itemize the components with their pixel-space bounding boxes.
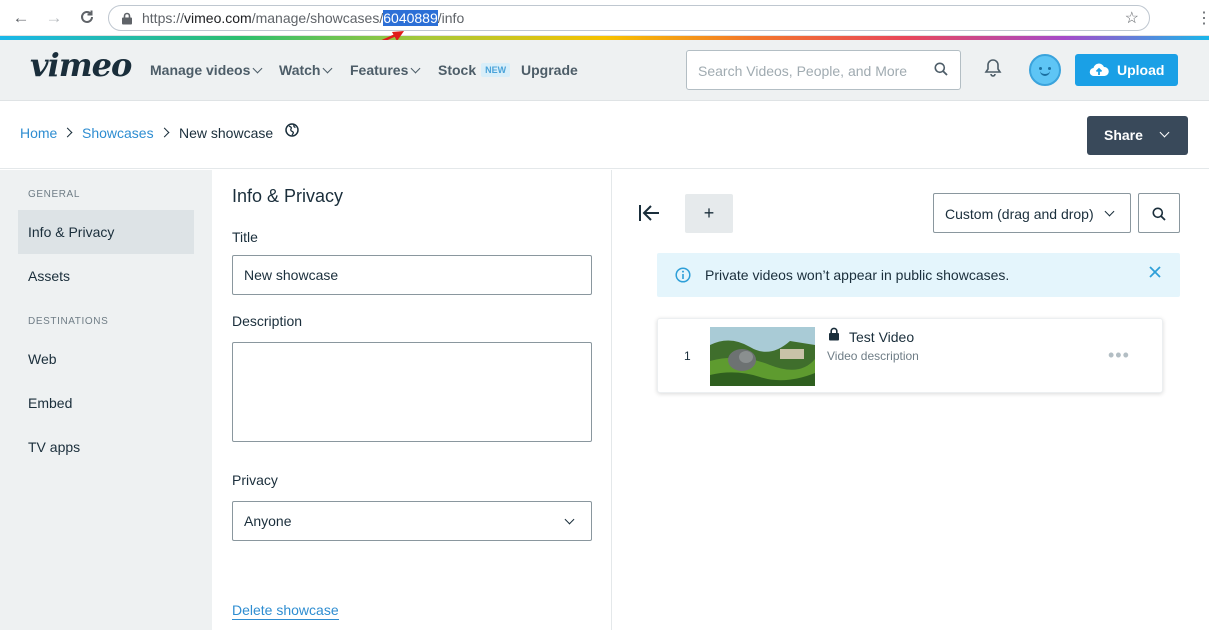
bookmark-star-icon[interactable]: ☆: [1125, 8, 1139, 28]
privacy-label: Privacy: [232, 472, 278, 488]
title-field[interactable]: New showcase: [232, 255, 592, 295]
forward-arrow-icon[interactable]: →: [45, 9, 63, 27]
videos-panel: + Custom (drag and drop) Private videos …: [613, 170, 1209, 630]
url-highlighted-id: 6040889: [383, 10, 438, 26]
chevron-down-icon: [1104, 206, 1115, 217]
breadcrumb-current: New showcase: [179, 125, 274, 141]
video-thumbnail[interactable]: [710, 327, 815, 386]
breadcrumb-home[interactable]: Home: [20, 125, 57, 141]
nav-upgrade[interactable]: Upgrade: [521, 62, 578, 78]
chevron-right-icon: [159, 127, 170, 138]
notifications-bell-icon[interactable]: [984, 58, 1002, 78]
sidebar-item-info-privacy[interactable]: Info & Privacy: [18, 210, 194, 254]
upload-button[interactable]: Upload: [1075, 54, 1178, 86]
notice-text: Private videos won’t appear in public sh…: [705, 267, 1010, 283]
collapse-panel-icon[interactable]: [638, 204, 660, 222]
nav-manage-videos[interactable]: Manage videos: [150, 62, 263, 78]
delete-showcase-link[interactable]: Delete showcase: [232, 602, 339, 620]
reload-icon[interactable]: [78, 9, 96, 27]
privacy-notice: Private videos won’t appear in public sh…: [657, 253, 1180, 297]
cloud-upload-icon: [1089, 63, 1109, 77]
description-field[interactable]: [232, 342, 592, 442]
settings-sidebar: GENERAL Info & Privacy Assets DESTINATIO…: [0, 170, 212, 630]
search-videos-button[interactable]: [1138, 193, 1180, 233]
site-header: vimeo Manage videos Watch Features Stock…: [0, 40, 1209, 101]
video-description: Video description: [827, 349, 919, 363]
search-placeholder: Search Videos, People, and More: [698, 63, 908, 79]
share-button[interactable]: Share: [1087, 116, 1188, 155]
add-video-button[interactable]: +: [685, 194, 733, 233]
url-text: https://vimeo.com/manage/showcases/60408…: [142, 10, 465, 26]
globe-icon: [285, 123, 299, 137]
video-title[interactable]: Test Video: [849, 329, 914, 345]
info-privacy-form: Info & Privacy Title New showcase Descri…: [212, 170, 612, 630]
browser-toolbar: ← → https://vimeo.com/manage/showcases/6…: [0, 0, 1209, 36]
search-icon: [1152, 207, 1166, 221]
title-label: Title: [232, 229, 258, 245]
sidebar-item-tv-apps[interactable]: TV apps: [18, 425, 194, 469]
video-index: 1: [684, 349, 691, 363]
chevron-down-icon: [252, 63, 263, 74]
search-input[interactable]: Search Videos, People, and More: [686, 50, 961, 90]
sort-select[interactable]: Custom (drag and drop): [933, 193, 1131, 233]
search-icon[interactable]: [934, 62, 948, 76]
privacy-select[interactable]: Anyone: [232, 501, 592, 541]
section-title: Info & Privacy: [232, 186, 344, 206]
breadcrumb: Home Showcases New showcase Share: [0, 101, 1209, 169]
description-label: Description: [232, 313, 303, 329]
lock-icon: [122, 12, 132, 25]
nav-features[interactable]: Features: [350, 62, 421, 78]
nav-watch[interactable]: Watch: [279, 62, 333, 78]
sidebar-heading-destinations: DESTINATIONS: [28, 316, 109, 327]
sidebar-item-web[interactable]: Web: [18, 337, 194, 381]
sidebar-item-assets[interactable]: Assets: [18, 254, 194, 298]
lock-icon: [829, 327, 839, 341]
chevron-down-icon: [1159, 127, 1170, 138]
sidebar-item-embed[interactable]: Embed: [18, 381, 194, 425]
chevron-right-icon: [62, 127, 73, 138]
nav-stock[interactable]: Stock NEW: [438, 62, 511, 79]
new-badge: NEW: [481, 63, 511, 77]
more-options-icon[interactable]: •••: [1108, 345, 1130, 366]
chevron-down-icon: [410, 63, 421, 74]
chevron-down-icon: [564, 514, 575, 525]
user-avatar[interactable]: [1029, 54, 1061, 86]
video-list-item[interactable]: 1 Test Video Video description •••: [657, 318, 1163, 393]
browser-menu-icon[interactable]: ⋮: [1196, 8, 1209, 28]
sidebar-heading-general: GENERAL: [28, 189, 80, 200]
address-bar[interactable]: https://vimeo.com/manage/showcases/60408…: [108, 5, 1150, 31]
breadcrumb-showcases[interactable]: Showcases: [82, 125, 154, 141]
vimeo-logo[interactable]: vimeo: [30, 46, 132, 84]
back-arrow-icon[interactable]: ←: [12, 9, 30, 27]
close-icon[interactable]: [1148, 265, 1162, 279]
chevron-down-icon: [323, 63, 333, 74]
info-icon: [675, 267, 691, 283]
